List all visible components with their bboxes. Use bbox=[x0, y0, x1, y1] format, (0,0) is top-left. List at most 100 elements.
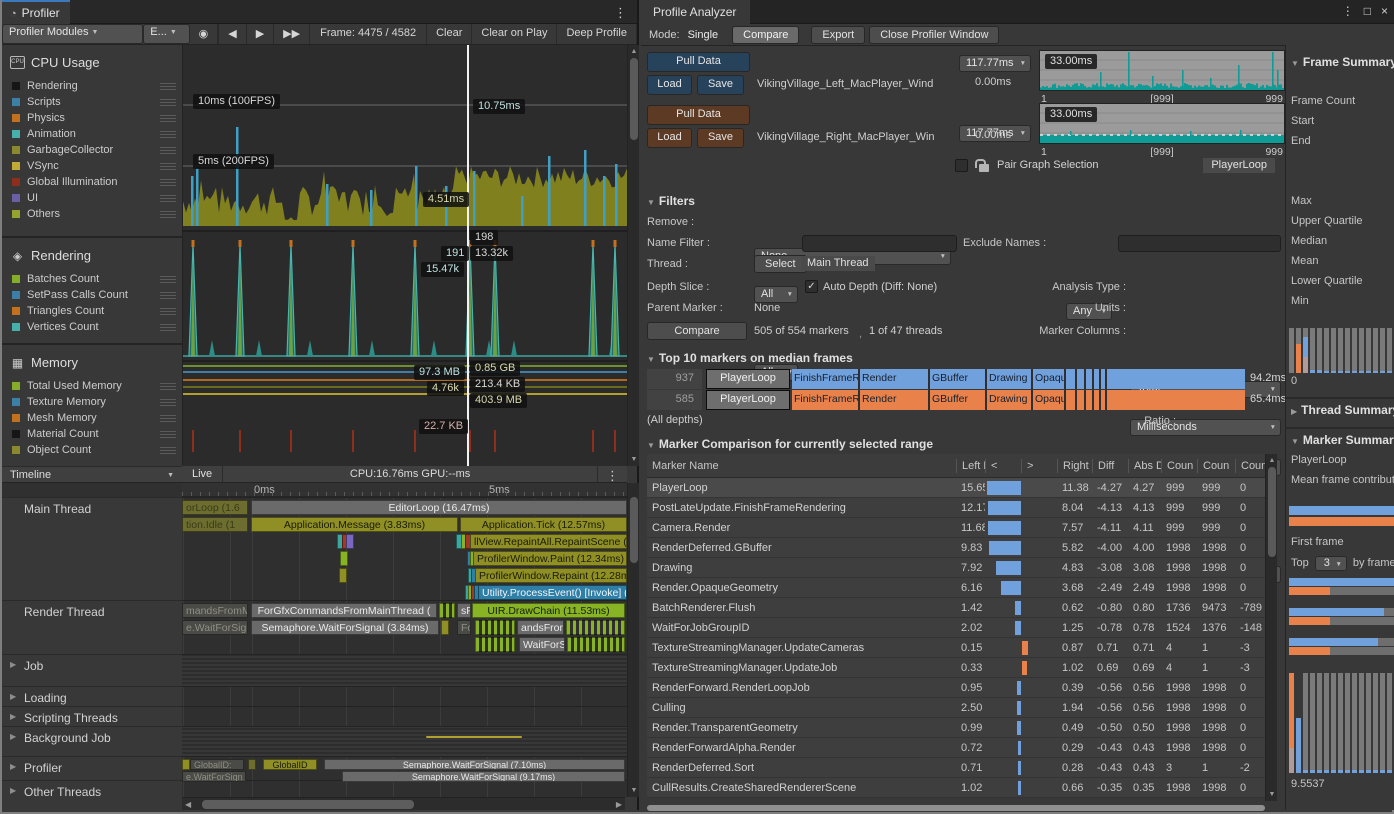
top10-segment[interactable] bbox=[1077, 390, 1084, 410]
module-item-garbagecollector[interactable]: GarbageCollector bbox=[2, 142, 182, 158]
deep-profile-button[interactable]: Deep Profile bbox=[557, 24, 637, 44]
top10-segment[interactable] bbox=[1086, 369, 1092, 389]
top10-marker-name[interactable]: PlayerLoop bbox=[706, 390, 790, 410]
timeline-hscrollbar[interactable]: ◀ ▶ bbox=[182, 797, 625, 810]
first-frame-button[interactable]: ◀ bbox=[218, 24, 246, 44]
foldout-arrow-icon[interactable]: ▶ bbox=[10, 786, 16, 795]
table-hscroll-thumb[interactable] bbox=[647, 805, 1265, 811]
drag-handle-icon[interactable] bbox=[160, 415, 176, 422]
module-item-vsync[interactable]: VSync bbox=[2, 158, 182, 174]
timeline-bar[interactable]: orLoop (1.6 bbox=[182, 500, 248, 515]
timeline-bar[interactable]: GlobalID: bbox=[190, 759, 244, 770]
exclude-names-input[interactable] bbox=[1118, 235, 1281, 252]
module-item-vertices-count[interactable]: Vertices Count bbox=[2, 319, 182, 335]
table-row[interactable]: PostLateUpdate.FinishFrameRendering12.17… bbox=[647, 498, 1271, 518]
save-button[interactable]: Save bbox=[697, 75, 744, 95]
mode-single[interactable]: Single bbox=[688, 29, 719, 41]
foldout-arrow-icon[interactable]: ▶ bbox=[10, 692, 16, 701]
save-button[interactable]: Save bbox=[697, 128, 744, 148]
table-row[interactable]: Render.OpaqueGeometry6.163.68-2.492.4919… bbox=[647, 578, 1271, 598]
drag-handle-icon[interactable] bbox=[160, 324, 176, 331]
module-item-total-used-memory[interactable]: Total Used Memory bbox=[2, 378, 182, 394]
mode-compare-button[interactable]: Compare bbox=[732, 26, 799, 44]
drag-handle-icon[interactable] bbox=[160, 276, 176, 283]
top10-segment[interactable]: Drawing bbox=[987, 390, 1031, 410]
top10-segment[interactable]: GBuffer bbox=[930, 369, 985, 389]
top10-row[interactable]: 585PlayerLoopFinishFrameRenderingRenderG… bbox=[647, 390, 1287, 410]
timeline-bar[interactable] bbox=[426, 736, 522, 738]
top10-segment[interactable] bbox=[1094, 390, 1099, 410]
profiler-menu-icon[interactable]: ⋮ bbox=[614, 5, 627, 21]
drag-handle-icon[interactable] bbox=[160, 195, 176, 202]
top10-segment[interactable]: Drawing bbox=[987, 369, 1031, 389]
track-label-profiler[interactable]: ▶Profiler bbox=[2, 756, 182, 780]
top10-segment[interactable] bbox=[1107, 369, 1245, 389]
foldout-arrow-icon[interactable]: ▶ bbox=[10, 762, 16, 771]
module-item-material-count[interactable]: Material Count bbox=[2, 426, 182, 442]
column-header-3[interactable]: > bbox=[1021, 459, 1057, 473]
top10-segment[interactable] bbox=[1086, 390, 1092, 410]
timeline-bar[interactable]: Semaphore.WaitForSignal (9.17ms) bbox=[342, 771, 625, 782]
table-row[interactable]: Render.TransparentGeometry0.990.49-0.500… bbox=[647, 718, 1271, 738]
module-item-mesh-memory[interactable]: Mesh Memory bbox=[2, 410, 182, 426]
module-item-scripts[interactable]: Scripts bbox=[2, 94, 182, 110]
foldout-arrow-icon[interactable]: ▶ bbox=[10, 712, 16, 721]
drag-handle-icon[interactable] bbox=[160, 211, 176, 218]
top10-segment[interactable]: FinishFrameRendering bbox=[792, 390, 858, 410]
filters-header[interactable]: ▼Filters bbox=[647, 194, 695, 208]
charts-scrollbar[interactable]: ▲ ▼ bbox=[627, 45, 639, 466]
track-label-scripting-threads[interactable]: ▶Scripting Threads bbox=[2, 706, 182, 726]
column-header-2[interactable]: < bbox=[985, 459, 1021, 473]
live-button[interactable]: Live bbox=[182, 466, 223, 482]
top10-segment[interactable]: Opaque bbox=[1033, 390, 1064, 410]
timeline-bar[interactable] bbox=[566, 620, 625, 635]
table-row[interactable]: PlayerLoop15.6511.38-4.274.279999990 bbox=[647, 478, 1271, 498]
top10-marker-name[interactable]: PlayerLoop bbox=[706, 369, 790, 389]
timeline-bar[interactable] bbox=[340, 551, 348, 566]
timeline-bar[interactable] bbox=[475, 637, 515, 652]
thread-summary-header[interactable]: ▶Thread Summary bbox=[1291, 403, 1394, 417]
top-n-dropdown[interactable]: 3 bbox=[1315, 556, 1347, 571]
marker-comparison-header[interactable]: ▼Marker Comparison for currently selecte… bbox=[647, 437, 933, 451]
table-row[interactable]: RenderForwardAlpha.Render0.720.29-0.430.… bbox=[647, 738, 1271, 758]
drag-handle-icon[interactable] bbox=[160, 179, 176, 186]
module-item-ui[interactable]: UI bbox=[2, 190, 182, 206]
top10-segment[interactable] bbox=[1077, 369, 1084, 389]
frame-graph[interactable]: 33.00ms bbox=[1039, 103, 1285, 144]
foldout-arrow-icon[interactable]: ▶ bbox=[10, 732, 16, 741]
analyzer-menu-icon[interactable]: ⋮ bbox=[1342, 4, 1354, 18]
timeline-bar[interactable]: mandsFromM bbox=[182, 603, 248, 618]
track-label-background-job[interactable]: ▶Background Job bbox=[2, 726, 182, 756]
track-label-loading[interactable]: ▶Loading bbox=[2, 686, 182, 706]
load-button[interactable]: Load bbox=[647, 128, 692, 148]
next-frame-button[interactable]: ▶ bbox=[247, 24, 274, 44]
frame-summary-header[interactable]: ▼Frame Summary bbox=[1291, 55, 1394, 69]
top10-segment[interactable] bbox=[1066, 369, 1075, 389]
module-item-animation[interactable]: Animation bbox=[2, 126, 182, 142]
drag-handle-icon[interactable] bbox=[160, 115, 176, 122]
top10-header[interactable]: ▼Top 10 markers on median frames bbox=[647, 351, 853, 365]
timeline-bar[interactable]: e.WaitForSign bbox=[182, 771, 246, 782]
column-header-6[interactable]: Abs D▼ bbox=[1128, 459, 1161, 473]
timeline-bar[interactable]: GlobalID bbox=[263, 759, 317, 770]
timeline-bar[interactable]: ProfilerWindow.Repaint (12.28ms) bbox=[475, 568, 627, 583]
record-button[interactable]: ◉ bbox=[190, 24, 219, 44]
timeline-view[interactable]: 0ms 5ms Main ThreadRender Thread▶Job▶Loa… bbox=[2, 483, 627, 797]
clear-on-play-button[interactable]: Clear on Play bbox=[472, 24, 557, 44]
pull-data-button[interactable]: Pull Data bbox=[647, 105, 750, 125]
column-header-1[interactable]: Left M bbox=[956, 459, 985, 473]
track-label-main-thread[interactable]: Main Thread bbox=[2, 497, 182, 600]
top10-segment[interactable]: FinishFrameRendering bbox=[792, 369, 858, 389]
timeline-bar[interactable] bbox=[339, 568, 347, 583]
timeline-bar[interactable] bbox=[567, 637, 625, 652]
top10-segment[interactable] bbox=[1101, 369, 1105, 389]
top10-segment[interactable] bbox=[1101, 390, 1105, 410]
drag-handle-icon[interactable] bbox=[160, 292, 176, 299]
track-label-render-thread[interactable]: Render Thread bbox=[2, 600, 182, 654]
timeline-bar[interactable]: WaitForSig bbox=[519, 637, 565, 652]
module-item-object-count[interactable]: Object Count bbox=[2, 442, 182, 458]
timeline-menu-icon[interactable]: ⋮ bbox=[597, 466, 627, 482]
track-label-other-threads[interactable]: ▶Other Threads bbox=[2, 780, 182, 797]
drag-handle-icon[interactable] bbox=[160, 399, 176, 406]
table-row[interactable]: TextureStreamingManager.UpdateJob0.331.0… bbox=[647, 658, 1271, 678]
